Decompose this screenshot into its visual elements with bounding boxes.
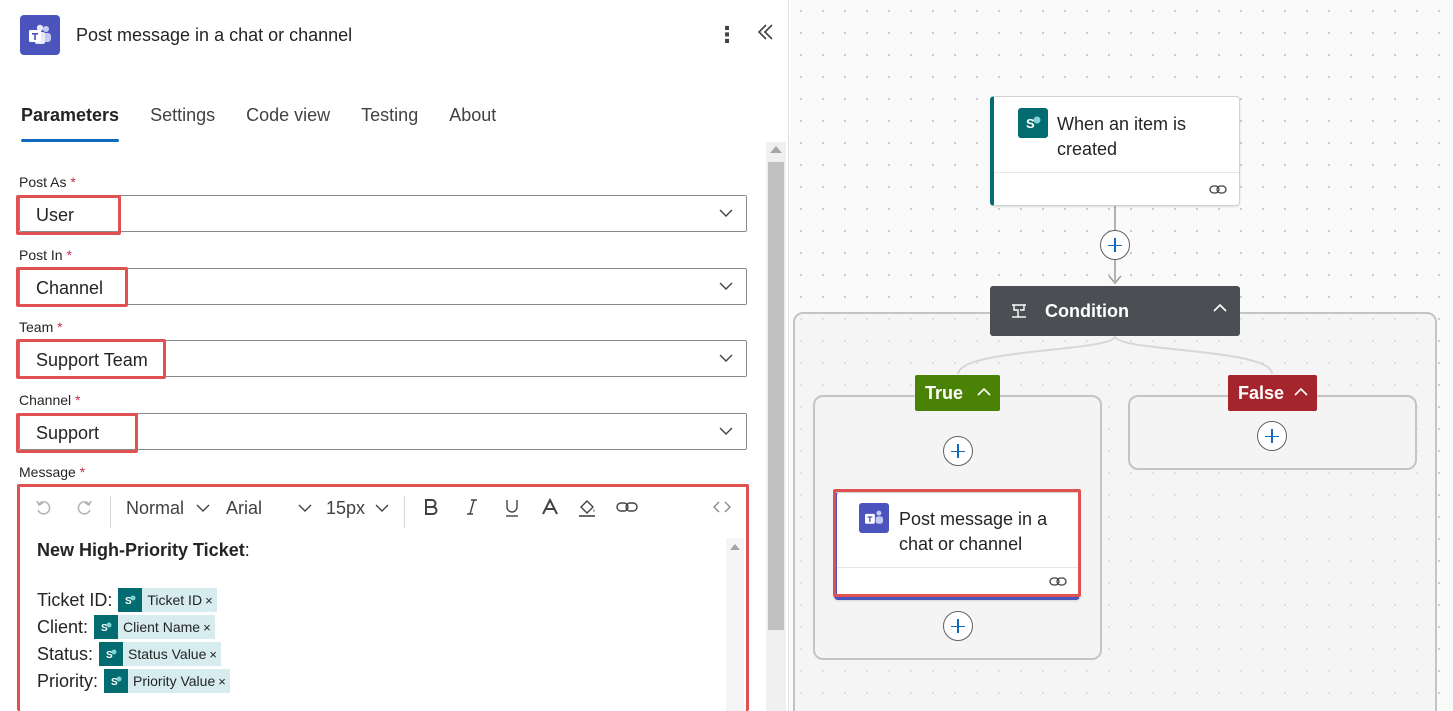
tab-about[interactable]: About: [449, 100, 496, 142]
post-in-label: Post In *: [19, 247, 72, 263]
highlight-channel: [16, 413, 138, 453]
collapse-panel-button[interactable]: [754, 22, 778, 48]
panel-scrollbar[interactable]: [766, 142, 786, 711]
insert-step-button[interactable]: [1100, 230, 1130, 260]
highlight-post-in: [16, 267, 128, 307]
highlight-message-editor: [17, 484, 749, 711]
condition-icon: [1012, 304, 1026, 318]
tab-parameters[interactable]: Parameters: [21, 100, 120, 142]
post-in-dropdown[interactable]: Channel: [19, 268, 747, 305]
chevron-down-icon: [719, 427, 733, 435]
channel-label: Channel *: [19, 392, 81, 408]
insert-step-button[interactable]: [943, 436, 973, 466]
chevron-down-icon: [719, 282, 733, 290]
true-branch-header[interactable]: True: [915, 375, 1000, 411]
action-details-panel: Post message in a chat or channel ⋮ Para…: [0, 0, 789, 711]
more-options-button[interactable]: ⋮: [716, 22, 738, 48]
tab-settings[interactable]: Settings: [150, 100, 215, 142]
tab-code-view[interactable]: Code view: [246, 100, 330, 142]
chevron-up-icon[interactable]: [976, 386, 992, 398]
double-chevron-left-icon: [757, 24, 773, 40]
false-branch-header[interactable]: False: [1228, 375, 1317, 411]
condition-card[interactable]: Condition: [990, 286, 1240, 336]
panel-tabs: Parameters Settings Code view Testing Ab…: [21, 100, 527, 142]
scrollbar-thumb[interactable]: [768, 162, 784, 630]
sharepoint-icon: S: [1018, 108, 1048, 138]
chevron-down-icon: [719, 354, 733, 362]
highlight-team: [16, 339, 166, 379]
chevron-up-icon[interactable]: [1293, 386, 1309, 398]
scroll-up-arrow-icon[interactable]: [770, 146, 782, 153]
link-icon: [1209, 185, 1227, 194]
required-marker: *: [57, 319, 63, 335]
tab-testing[interactable]: Testing: [361, 100, 418, 142]
highlight-action-card: [833, 489, 1081, 597]
panel-header: Post message in a chat or channel ⋮: [0, 0, 789, 70]
required-marker: *: [70, 174, 76, 190]
team-label: Team *: [19, 319, 63, 335]
svg-text:S: S: [1026, 116, 1035, 131]
required-marker: *: [75, 392, 81, 408]
highlight-post-as: [16, 195, 121, 235]
flow-designer-canvas[interactable]: S When an item iscreated Condition True: [790, 0, 1453, 711]
teams-app-icon: [20, 15, 60, 55]
chevron-up-icon[interactable]: [1212, 302, 1228, 314]
message-label: Message *: [19, 464, 86, 480]
condition-title: Condition: [1045, 301, 1129, 321]
post-as-dropdown[interactable]: User: [19, 195, 747, 232]
insert-step-button[interactable]: [1257, 421, 1287, 451]
trigger-card[interactable]: S When an item is created: [990, 96, 1240, 206]
panel-title: Post message in a chat or channel: [76, 25, 353, 45]
false-branch-label: False: [1238, 383, 1285, 403]
required-marker: *: [66, 247, 72, 263]
chevron-down-icon: [719, 209, 733, 217]
post-as-label: Post As *: [19, 174, 76, 190]
true-branch-label: True: [925, 383, 964, 403]
required-marker: *: [79, 464, 86, 480]
card-footer: [994, 172, 1239, 205]
insert-step-button[interactable]: [943, 611, 973, 641]
trigger-title: When an item is created: [1057, 114, 1187, 159]
